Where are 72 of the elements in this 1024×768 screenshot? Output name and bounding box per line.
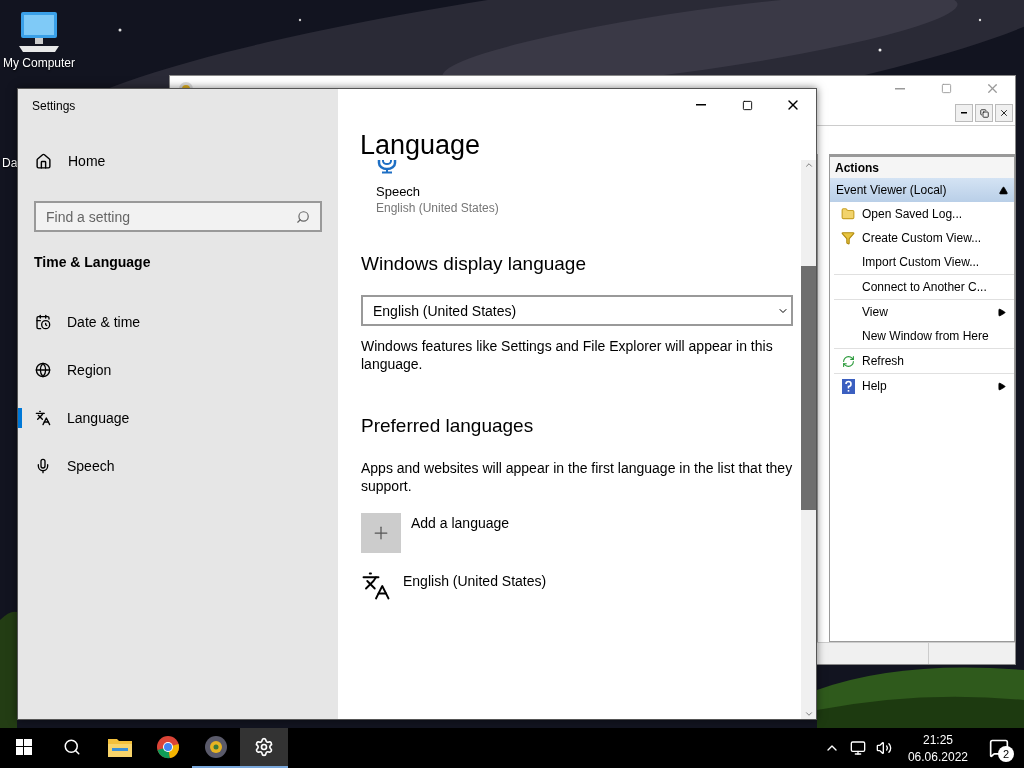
folder-icon — [108, 737, 132, 757]
microphone-stand-icon — [376, 160, 398, 174]
maximize-icon — [741, 99, 753, 111]
scroll-down-icon — [803, 709, 814, 719]
tile-subtitle: English (United States) — [376, 201, 500, 215]
section-heading: Windows display language — [361, 253, 587, 275]
home-icon — [35, 152, 52, 170]
windows-logo-icon — [16, 739, 32, 755]
action-item[interactable]: Create Custom View... — [834, 226, 1014, 250]
nav-item[interactable]: Region — [18, 346, 338, 394]
actions-group-header[interactable]: Event Viewer (Local) — [830, 178, 1014, 202]
language-icon — [361, 571, 391, 601]
submenu-arrow-icon — [997, 307, 1006, 317]
panel-title: Actions — [830, 157, 1014, 178]
action-item[interactable]: Import Custom View... — [834, 250, 1014, 274]
section-heading: Preferred languages — [361, 415, 535, 437]
language-dropdown[interactable]: English (United States) — [361, 295, 793, 326]
description: Windows features like Settings and File Explorer will appear in this language. — [361, 337, 774, 373]
action-item[interactable]: New Window from Here — [834, 324, 1014, 348]
volume-icon — [875, 740, 892, 756]
filter-icon — [841, 231, 855, 245]
section-title: Time & Language — [33, 253, 152, 272]
maximize-icon — [940, 83, 952, 94]
search-field[interactable]: Find a setting — [34, 201, 322, 232]
app-icon — [204, 735, 228, 759]
add-button[interactable] — [361, 513, 401, 553]
action-item[interactable]: Refresh — [834, 349, 1014, 373]
tile-label[interactable]: Speech — [376, 184, 793, 199]
minimize-icon — [696, 104, 706, 106]
settings-icon — [254, 737, 274, 757]
home-link[interactable]: Home — [18, 129, 338, 193]
notification-badge: 2 — [998, 746, 1014, 762]
desktop-icon-label[interactable]: My Computer — [3, 56, 75, 70]
search-icon — [296, 209, 310, 224]
nav-item[interactable]: Speech — [18, 442, 338, 490]
action-item[interactable]: View — [834, 300, 1014, 324]
help-icon — [841, 378, 855, 394]
refresh-icon — [841, 354, 855, 368]
nav-item[interactable]: Language — [18, 394, 338, 442]
action-item[interactable]: Connect to Another C... — [834, 275, 1014, 299]
close-button[interactable] — [995, 104, 1013, 122]
close-icon — [999, 108, 1009, 118]
microphone-icon — [35, 458, 51, 474]
taskbar-button[interactable] — [240, 728, 288, 768]
notification-button[interactable]: 2 — [984, 728, 1014, 768]
page-title: Language — [360, 131, 482, 160]
add-language-label[interactable]: Add a language — [411, 515, 510, 553]
description: Apps and websites will appear in the first language in the list that they support. — [361, 459, 793, 495]
minimize-button[interactable] — [955, 104, 973, 122]
scroll-up-icon — [803, 160, 814, 170]
collapse-icon — [999, 185, 1008, 195]
network-icon — [849, 740, 866, 756]
language-icon — [35, 410, 51, 426]
minimize-icon — [895, 87, 905, 90]
restore-icon — [979, 108, 989, 118]
clock[interactable]: 21:25 06.06.2022 — [901, 732, 974, 764]
preferred-language-entry[interactable]: English (United States) — [403, 573, 547, 589]
scrollbar[interactable] — [801, 160, 816, 719]
calendar-clock-icon — [35, 314, 51, 330]
window-title: Settings — [31, 98, 77, 115]
action-item[interactable]: Help — [834, 374, 1014, 398]
globe-icon — [35, 362, 51, 378]
submenu-arrow-icon — [997, 381, 1006, 391]
search-icon — [63, 738, 81, 756]
restore-button[interactable] — [975, 104, 993, 122]
desktop-icon-label[interactable]: Da — [2, 156, 18, 170]
action-item[interactable]: Open Saved Log... — [834, 202, 1014, 226]
notification-icon — [989, 738, 1009, 758]
folder-icon — [841, 207, 855, 221]
chrome-icon — [156, 735, 180, 759]
nav-item[interactable]: Date & time — [18, 298, 338, 346]
minimize-icon — [961, 112, 967, 114]
